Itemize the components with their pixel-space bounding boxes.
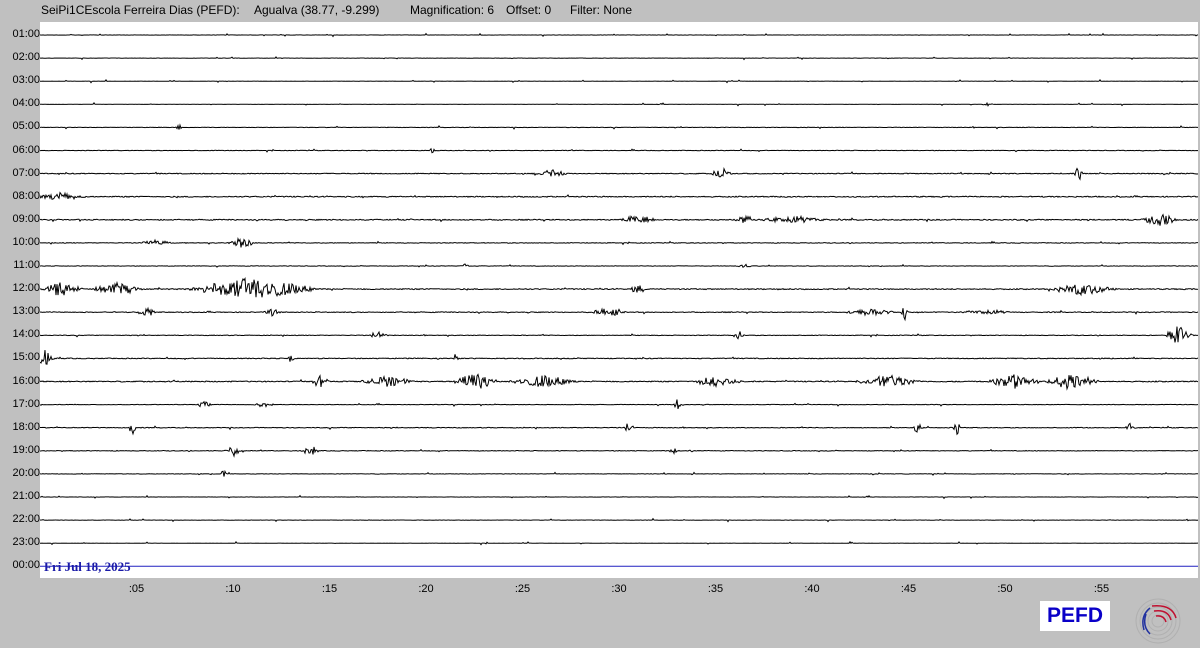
trace-0600 (40, 147, 1198, 154)
hour-label: 04:00 (12, 97, 40, 110)
hour-label: 18:00 (12, 420, 40, 433)
minute-label: :25 (514, 583, 531, 595)
trace-1900 (40, 446, 1198, 458)
trace-0700 (40, 166, 1198, 181)
station-location: Agualva (38.77, -9.299) (254, 3, 380, 17)
trace-1300 (40, 306, 1198, 322)
trace-2300 (40, 540, 1198, 546)
hour-label: 07:00 (12, 166, 40, 179)
hour-label: 19:00 (12, 443, 40, 456)
minute-label: :10 (225, 583, 241, 595)
minute-label: :15 (321, 583, 338, 595)
filter-readout: Filter: None (570, 3, 633, 17)
header-bar: SeiPi1CEscola Ferreira Dias (PEFD): Agua… (0, 0, 1200, 22)
hour-label: 06:00 (12, 143, 40, 156)
minute-label: :05 (128, 583, 145, 595)
hour-label: 14:00 (12, 328, 40, 341)
trace-0400 (40, 101, 1198, 107)
trace-0100 (40, 32, 1198, 38)
hour-label: 16:00 (12, 374, 40, 387)
offset-readout: Offset: 0 (506, 3, 552, 17)
pefd-logo: PEFD (1040, 601, 1110, 631)
hour-label: 11:00 (13, 259, 40, 271)
magnification-readout: Magnification: 6 (410, 3, 495, 17)
trace-0200 (40, 56, 1198, 61)
minute-label: :50 (997, 583, 1013, 595)
minute-label: :30 (611, 583, 627, 595)
trace-1600 (40, 373, 1198, 391)
trace-1500 (40, 350, 1198, 365)
trace-0900 (40, 213, 1198, 226)
hour-label: 08:00 (12, 189, 40, 202)
trace-1200 (40, 277, 1198, 298)
hour-label: 15:00 (12, 351, 40, 364)
minute-label: :40 (804, 583, 820, 595)
hour-label: 05:00 (12, 120, 40, 133)
trace-2200 (40, 517, 1198, 523)
hour-label: 21:00 (12, 490, 40, 502)
trace-1100 (40, 263, 1198, 269)
trace-2000 (40, 469, 1198, 477)
trace-0800 (40, 191, 1198, 201)
hour-label: 20:00 (12, 466, 40, 479)
seismogram-traces (40, 32, 1198, 567)
hour-label: 00:00 (12, 559, 40, 572)
minute-label: :55 (1093, 583, 1110, 595)
hour-label: 17:00 (12, 397, 40, 410)
fingerprint-logo-icon (1135, 598, 1181, 644)
hour-label: 01:00 (12, 28, 40, 40)
minute-label: :20 (418, 583, 434, 595)
hour-label: 13:00 (12, 305, 40, 318)
hour-label: 03:00 (12, 74, 40, 87)
trace-0500 (40, 123, 1198, 130)
trace-0300 (40, 79, 1198, 84)
date-label: Fri Jul 18, 2025 (44, 559, 131, 574)
minute-label: :45 (900, 583, 917, 595)
hour-label: 10:00 (12, 235, 40, 248)
trace-1700 (40, 399, 1198, 410)
hour-label: 02:00 (12, 51, 40, 64)
minute-label: :35 (707, 583, 724, 595)
trace-1800 (40, 422, 1198, 436)
hour-label: 23:00 (12, 536, 40, 549)
station-name: SeiPi1CEscola Ferreira Dias (PEFD): (41, 3, 240, 17)
helicorder-plot (40, 22, 1198, 578)
trace-1400 (40, 326, 1198, 343)
trace-2100 (40, 494, 1198, 500)
hour-label: 12:00 (12, 282, 40, 295)
hour-label: 22:00 (12, 513, 40, 526)
hour-label: 09:00 (12, 212, 40, 225)
trace-1000 (40, 237, 1198, 248)
